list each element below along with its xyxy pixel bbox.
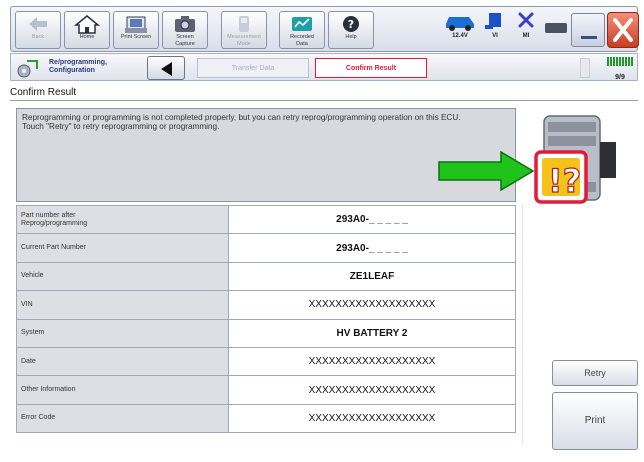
close-icon (613, 18, 633, 42)
recorded-data-button[interactable]: Recorded Data (279, 11, 325, 49)
ecu-warning-icon: !? (534, 115, 616, 204)
step-indicator (580, 58, 590, 78)
results-table: Part number after Reprog/programming 293A… (16, 204, 516, 434)
tab-confirm-result: Confirm Result (315, 58, 427, 78)
table-row: Part number after Reprog/programming 293A… (16, 204, 516, 235)
table-row: Current Part Number 293A0-_ _ _ _ _ (16, 233, 516, 263)
row-value: XXXXXXXXXXXXXXXXXXX (228, 346, 516, 377)
message-line-2: Touch "Retry" to retry reprogramming or … (22, 122, 220, 132)
tab-transfer-data: Transfer Data (197, 58, 309, 78)
row-label: Date (16, 346, 229, 377)
back-toolbar-button[interactable]: Back (15, 11, 61, 49)
help-button[interactable]: ? Help (328, 11, 374, 49)
mi-disconnected-icon (518, 12, 534, 28)
close-button[interactable] (607, 12, 639, 48)
page-title: Confirm Result (10, 87, 77, 98)
recorded-data-icon (292, 17, 312, 31)
device-icon (545, 23, 567, 33)
back-toolbar-label: Back (31, 34, 45, 40)
help-icon: ? (343, 16, 359, 32)
screen-capture-label: Screen Capture (175, 34, 195, 47)
vi-icon (485, 13, 501, 29)
car-icon (446, 17, 474, 31)
measurement-mode-button[interactable]: Measurement Mode (221, 11, 267, 49)
row-value: 293A0-_ _ _ _ _ (228, 204, 516, 235)
print-screen-icon (125, 16, 147, 33)
row-value: XXXXXXXXXXXXXXXXXXX (228, 290, 516, 320)
table-row: Error Code XXXXXXXXXXXXXXXXXXX (16, 403, 516, 434)
recorded-data-label: Recorded Data (290, 34, 314, 47)
measurement-mode-label: Measurement Mode (227, 34, 261, 47)
back-arrow-icon (29, 17, 47, 31)
table-row: Vehicle ZE1LEAF (16, 261, 516, 292)
row-value: ZE1LEAF (228, 261, 516, 292)
row-value: XXXXXXXXXXXXXXXXXXX (228, 403, 516, 434)
row-value: 293A0-_ _ _ _ _ (228, 233, 516, 263)
step-back-button[interactable] (147, 56, 185, 80)
mi-status: MI (513, 11, 539, 49)
row-label: VIN (16, 290, 229, 320)
print-button[interactable]: Print (552, 392, 638, 450)
battery-voltage-status: 12.4V (443, 11, 477, 49)
breadcrumb[interactable]: Re/programming, Configuration (49, 59, 107, 75)
retry-button[interactable]: Retry (552, 360, 638, 386)
print-screen-button[interactable]: Print Screen (113, 11, 159, 49)
table-row: VIN XXXXXXXXXXXXXXXXXXX (16, 290, 516, 320)
step-progress: 9/9 (606, 57, 634, 81)
minimize-button[interactable] (571, 13, 605, 47)
row-label: Part number after Reprog/programming (16, 204, 229, 235)
svg-text:!?: !? (548, 162, 581, 200)
row-label: Error Code (16, 403, 229, 434)
row-value: HV BATTERY 2 (228, 318, 516, 348)
camera-icon (175, 16, 195, 32)
print-screen-label: Print Screen (120, 34, 152, 40)
progress-bars (607, 57, 633, 66)
progress-count: 9/9 (615, 74, 625, 81)
row-value: XXXXXXXXXXXXXXXXXXX (228, 375, 516, 405)
table-row: System HV BATTERY 2 (16, 318, 516, 348)
row-label: Other Information (16, 375, 229, 405)
screen-capture-button[interactable]: Screen Capture (162, 11, 208, 49)
vi-status: VI (481, 11, 509, 49)
row-label: Vehicle (16, 261, 229, 292)
divider (10, 100, 638, 101)
table-row: Date XXXXXXXXXXXXXXXXXXX (16, 346, 516, 377)
home-icon (73, 15, 101, 34)
measurement-icon (239, 16, 249, 32)
mi-text: MI (522, 33, 530, 39)
message-line-1: Reprogramming or programming is not comp… (22, 113, 461, 122)
row-label: System (16, 318, 229, 348)
svg-text:?: ? (348, 18, 354, 31)
table-row: Other Information XXXXXXXXXXXXXXXXXXX (16, 375, 516, 405)
reprogramming-icon (17, 60, 38, 78)
home-label: Home (79, 34, 95, 40)
row-label: Current Part Number (16, 233, 229, 263)
step-navigation-bar: Re/programming, Configuration Transfer D… (10, 53, 638, 81)
voltage-text: 12.4V (452, 33, 468, 39)
help-label: Help (345, 34, 357, 40)
home-button[interactable]: Home (64, 11, 110, 49)
main-toolbar: Back Home Print Screen Screen Capture Me… (10, 6, 639, 52)
scroll-rail (522, 205, 523, 445)
vi-text: VI (492, 33, 498, 39)
